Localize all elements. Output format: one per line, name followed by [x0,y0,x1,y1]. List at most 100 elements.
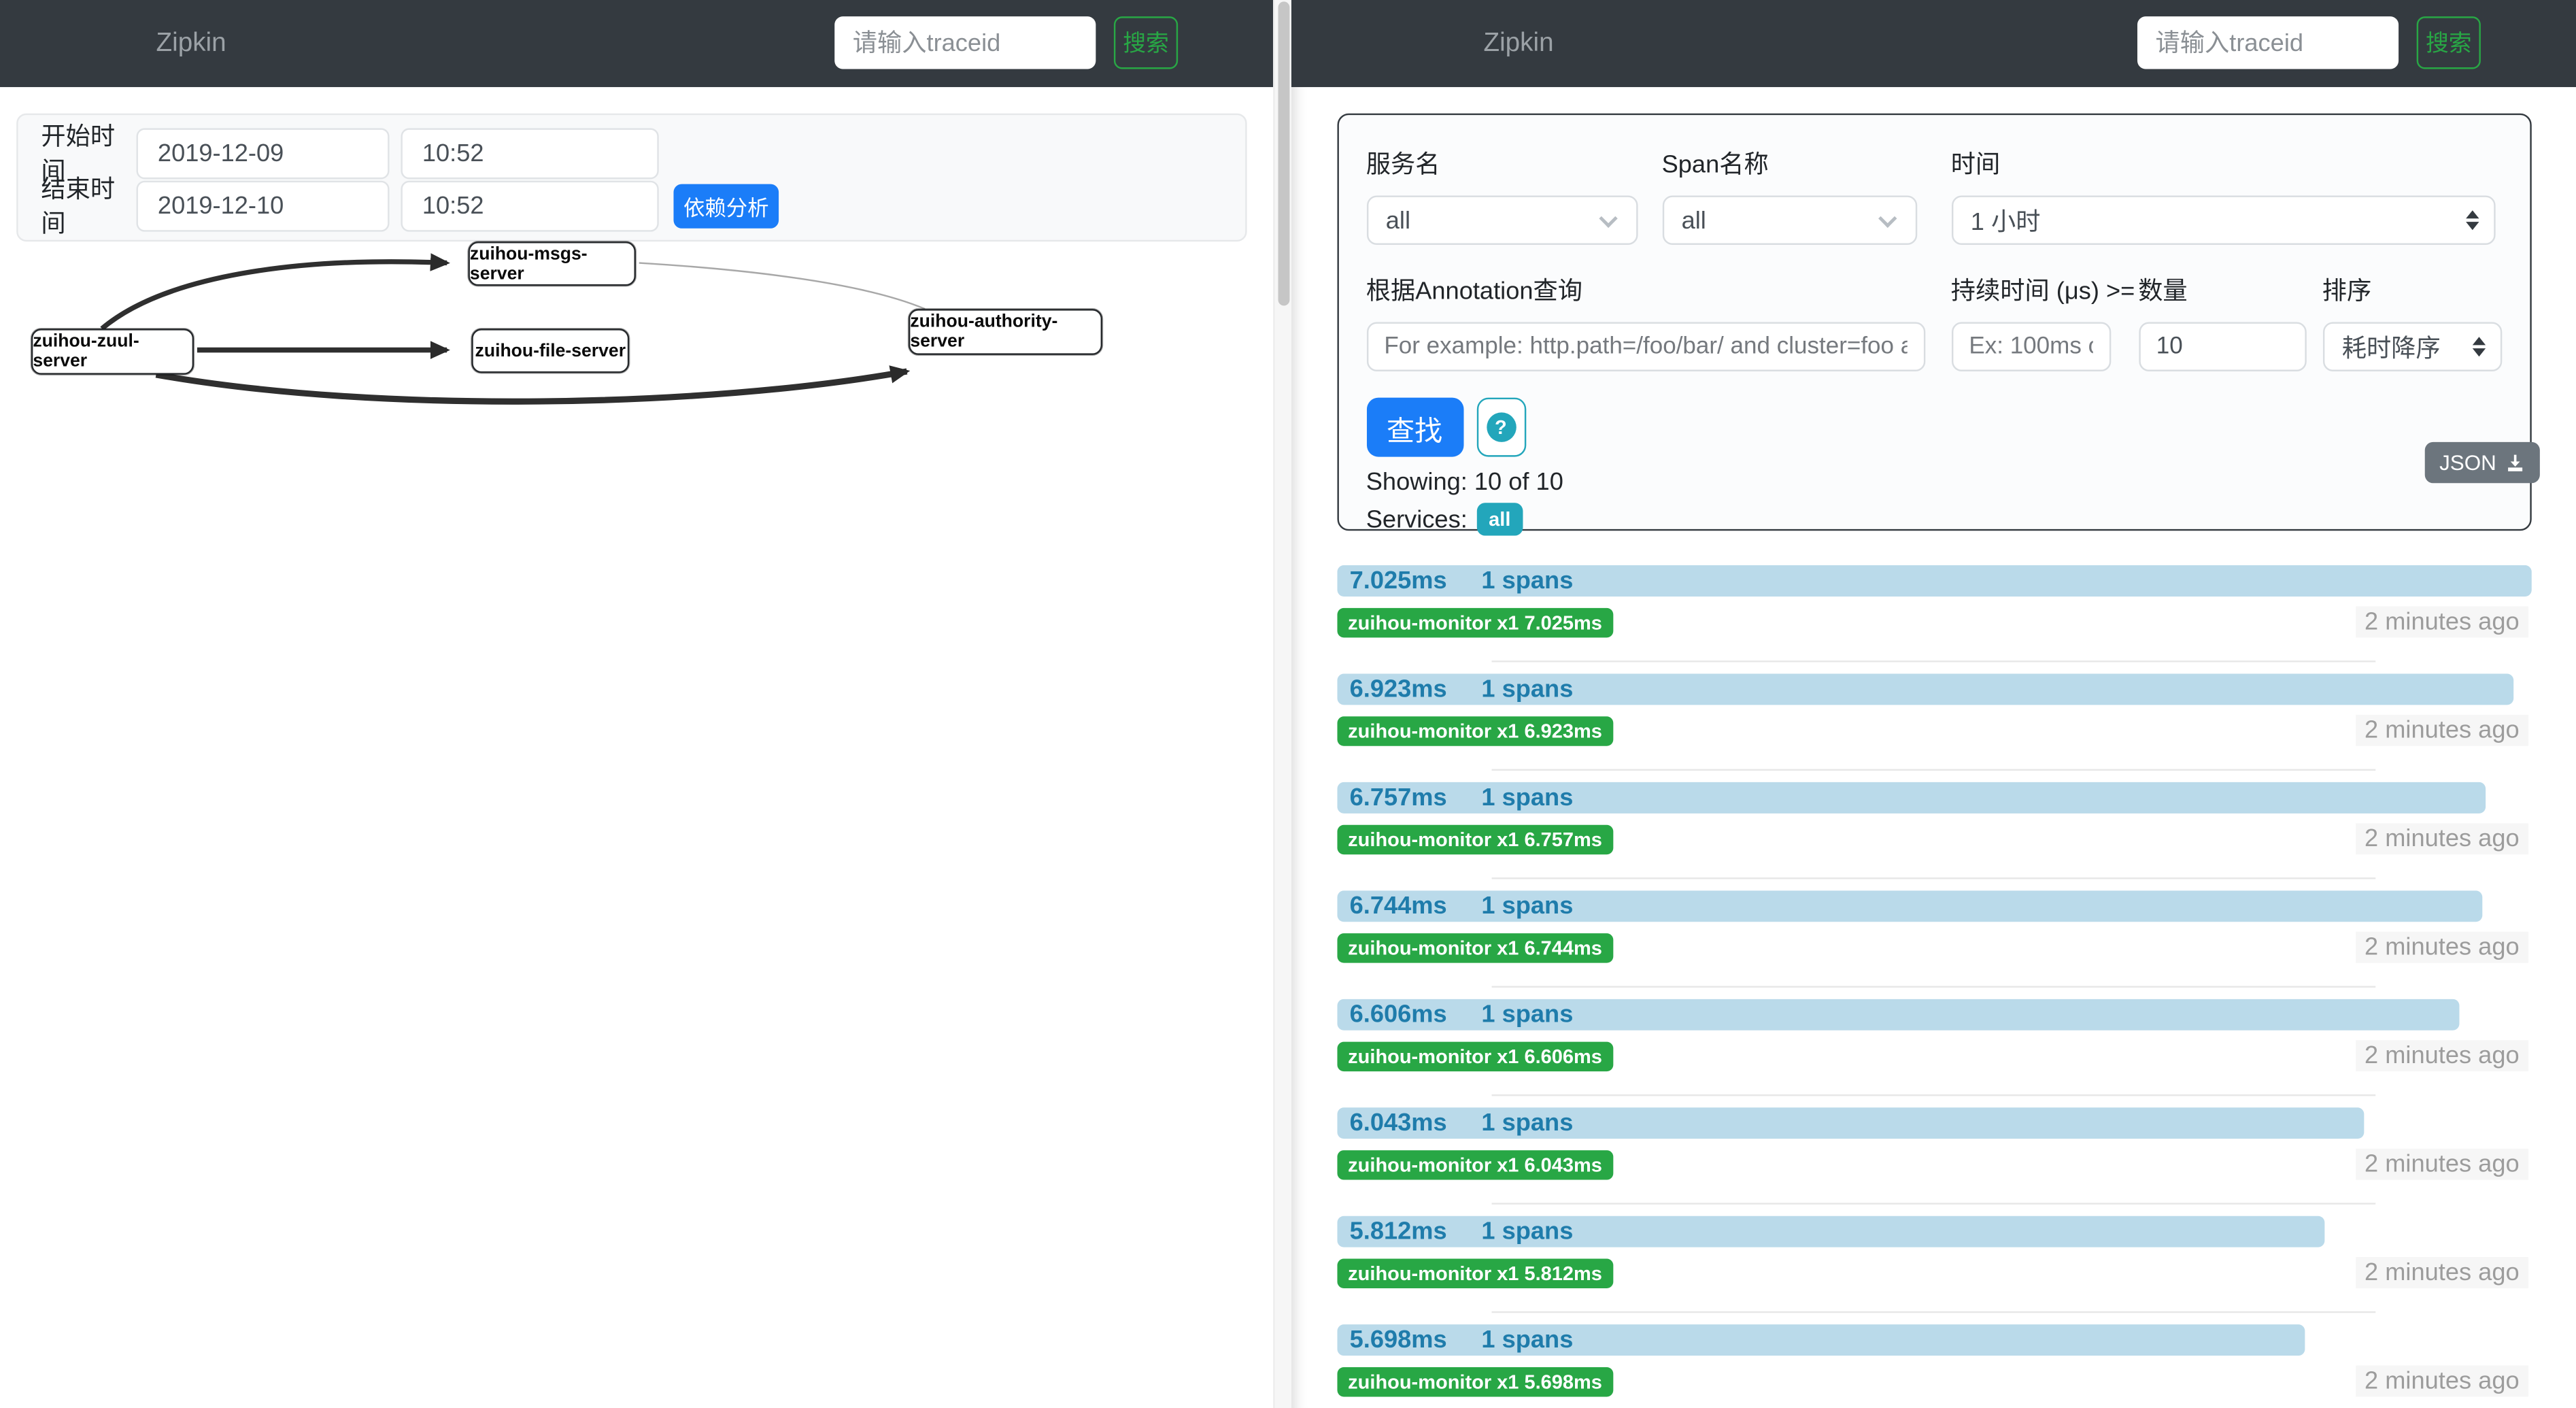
json-button-label: JSON [2439,450,2496,475]
trace-span-count: 1 spans [1481,1001,1573,1028]
trace-timestamp: 2 minutes ago [2356,715,2528,746]
trace-duration: 6.923ms [1350,675,1447,703]
row-divider [1492,660,2376,662]
trace-timestamp: 2 minutes ago [2356,1366,2528,1397]
min-duration-label: 持续时间 (μs) >= [1951,273,2110,307]
span-name-select[interactable]: all [1662,195,1916,244]
filter-panel: 服务名 all Span名称 all 时间 [1336,114,2530,531]
trace-meta-row: zuihou-monitor x1 6.923ms 2 minutes ago [1336,715,2530,746]
service-span-badge[interactable]: zuihou-monitor x1 6.757ms [1336,824,1614,854]
sort-select[interactable]: 耗时降序 [2322,322,2501,371]
sort-value: 耗时降序 [2342,329,2441,364]
graph-node-zuihou-authority-server[interactable]: zuihou-authority-server [909,309,1102,355]
graph-node-zuihou-file-server[interactable]: zuihou-file-server [471,329,629,373]
search-content: 服务名 all Span名称 all 时间 [1291,87,2576,1408]
min-duration-input[interactable] [1951,322,2110,371]
trace-duration-bar[interactable]: 6.043ms 1 spans [1336,1107,2364,1139]
trace-row: 5.812ms 1 spans zuihou-monitor x1 5.812ms 2… [1336,1216,2530,1313]
annotation-query-label: 根据Annotation查询 [1366,273,1925,307]
trace-span-count: 1 spans [1481,567,1573,594]
right-navbar: Zipkin 搜索 [1291,0,2576,87]
chevron-down-icon [1878,209,1896,228]
trace-duration-bar[interactable]: 6.757ms 1 spans [1336,782,2485,814]
select-spinner-icon [2465,210,2478,230]
trace-meta-row: zuihou-monitor x1 5.812ms 2 minutes ago [1336,1257,2530,1288]
trace-duration-bar[interactable]: 5.812ms 1 spans [1336,1216,2324,1247]
trace-duration: 5.698ms [1350,1326,1447,1354]
select-spinner-icon [2472,337,2485,356]
trace-meta-row: zuihou-monitor x1 5.698ms 2 minutes ago [1336,1366,2530,1397]
trace-row: 6.606ms 1 spans zuihou-monitor x1 6.606ms 2… [1336,999,2530,1096]
trace-meta-row: zuihou-monitor x1 6.744ms 2 minutes ago [1336,932,2530,963]
span-name-value: all [1682,206,1706,234]
row-divider [1492,1094,2376,1096]
trace-timestamp: 2 minutes ago [2356,932,2528,963]
limit-label: 数量 [2138,273,2305,307]
trace-duration-bar[interactable]: 5.698ms 1 spans [1336,1324,2305,1356]
time-label: 时间 [1951,146,2495,181]
trace-row: 6.757ms 1 spans zuihou-monitor x1 6.757ms 2… [1336,782,2530,879]
trace-span-count: 1 spans [1481,1109,1573,1137]
span-name-label: Span名称 [1662,146,1916,181]
trace-timestamp: 2 minutes ago [2356,1149,2528,1180]
row-divider [1492,1311,2376,1313]
annotation-query-input[interactable] [1366,322,1925,371]
limit-input[interactable] [2138,322,2305,371]
row-divider [1492,877,2376,879]
trace-duration-bar[interactable]: 7.025ms1 spans [1336,565,2530,597]
service-name-select[interactable]: all [1366,195,1638,244]
lookback-value: 1 小时 [1971,203,2041,237]
services-label: Services: [1366,505,1468,533]
edge-zuul-to-msgs [102,262,447,329]
service-span-badge[interactable]: zuihou-monitor x1 6.606ms [1336,1041,1614,1070]
trace-duration: 6.043ms [1350,1109,1447,1137]
row-divider [1492,986,2376,987]
help-button[interactable]: ? [1476,398,1525,457]
trace-timestamp: 2 minutes ago [2356,606,2528,637]
trace-meta-row: zuihou-monitor x1 7.025ms 2 minutes ago [1336,606,2530,637]
trace-span-count: 1 spans [1481,784,1573,811]
trace-duration-bar[interactable]: 6.606ms 1 spans [1336,999,2460,1030]
trace-row: 6.043ms 1 spans zuihou-monitor x1 6.043ms 2… [1336,1107,2530,1205]
lookback-select[interactable]: 1 小时 [1951,195,2495,244]
trace-duration-bar[interactable]: 6.923ms1 spans [1336,673,2513,705]
trace-duration: 6.757ms [1350,784,1447,811]
service-name-label: 服务名 [1366,146,1638,181]
service-span-badge[interactable]: zuihou-monitor x1 6.744ms [1336,933,1614,962]
sort-label: 排序 [2322,273,2501,307]
left-window-scrollbar[interactable] [1273,0,1291,1408]
trace-row: 6.923ms1 spans zuihou-monitor x1 6.923ms 2… [1336,673,2530,771]
dependency-window: Zipkin 搜索 开始时间 结束时间 依赖分析 [0,0,1273,1408]
trace-duration-bar[interactable]: 6.744ms1 spans [1336,890,2483,922]
trace-timestamp: 2 minutes ago [2356,823,2528,854]
download-icon [2505,453,2524,473]
service-span-badge[interactable]: zuihou-monitor x1 6.923ms [1336,716,1614,745]
trace-meta-row: zuihou-monitor x1 6.757ms 2 minutes ago [1336,823,2530,854]
service-span-badge[interactable]: zuihou-monitor x1 6.043ms [1336,1150,1614,1179]
scrollbar-thumb[interactable] [1278,1,1290,305]
json-download-button[interactable]: JSON [2424,442,2539,483]
graph-node-zuihou-zuul-server[interactable]: zuihou-zuul-server [31,329,194,375]
graph-node-zuihou-msgs-server[interactable]: zuihou-msgs-server [469,241,636,286]
service-span-badge[interactable]: zuihou-monitor x1 7.025ms [1336,607,1614,637]
trace-row: 7.025ms1 spans zuihou-monitor x1 7.025ms 2… [1336,565,2530,663]
trace-span-count: 1 spans [1481,1218,1573,1245]
trace-duration: 6.606ms [1350,1001,1447,1028]
trace-timestamp: 2 minutes ago [2356,1040,2528,1071]
search-button[interactable]: 搜索 [2417,16,2481,69]
services-badge: all [1477,503,1522,535]
trace-duration: 5.812ms [1350,1218,1447,1245]
service-span-badge[interactable]: zuihou-monitor x1 5.812ms [1336,1258,1614,1287]
trace-row: 5.698ms 1 spans zuihou-monitor x1 5.698ms 2… [1336,1324,2530,1408]
service-span-badge[interactable]: zuihou-monitor x1 5.698ms [1336,1367,1614,1396]
find-button[interactable]: 查找 [1366,398,1463,457]
brand-logo: Zipkin [1483,29,1553,58]
traceid-search-input[interactable] [2137,16,2399,69]
screen: Zipkin 搜索 开始时间 结束时间 依赖分析 [0,0,2576,1408]
trace-duration: 6.744ms [1350,892,1447,920]
trace-span-count: 1 spans [1481,1326,1573,1354]
trace-timestamp: 2 minutes ago [2356,1257,2528,1288]
edge-msgs-to-authority [639,263,925,309]
trace-meta-row: zuihou-monitor x1 6.606ms 2 minutes ago [1336,1040,2530,1071]
row-divider [1492,1203,2376,1204]
